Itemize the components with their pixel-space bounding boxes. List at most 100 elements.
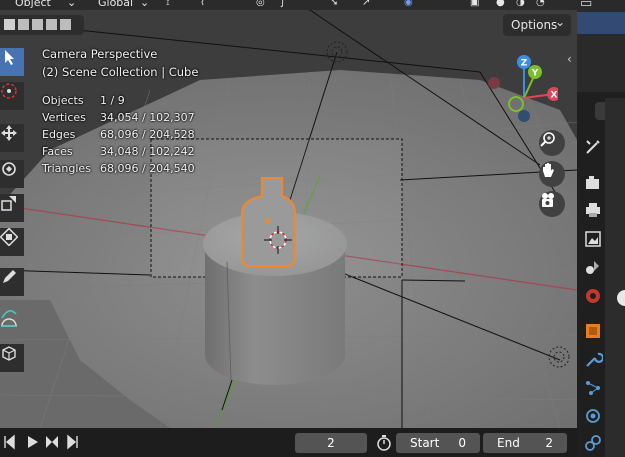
stopwatch-icon[interactable] [375, 434, 393, 452]
tab-output[interactable] [583, 200, 603, 220]
rotate-icon [2, 162, 16, 176]
playback-controls [4, 434, 78, 450]
chevron-down-icon: ⌄ [67, 0, 77, 9]
timeline-bar: 2 Start 0 End 2 [0, 428, 577, 457]
cursor-tool[interactable] [0, 82, 24, 110]
object-icon: ▭ [580, 0, 593, 11]
stat-label: Vertices [42, 111, 86, 124]
right-panel: ▭ [577, 0, 625, 457]
printer-icon [586, 203, 600, 217]
end-frame-field[interactable]: End 2 [483, 433, 567, 453]
select-mode-buttons [0, 15, 84, 35]
shading-material-icon[interactable]: ◑ [516, 0, 525, 8]
zoom-magnifier-icon [540, 132, 555, 147]
select-extend-icon[interactable] [18, 19, 29, 30]
camera-view-button[interactable] [539, 191, 565, 217]
xray-icon[interactable]: ▣ [470, 0, 479, 8]
stat-label: Triangles [42, 162, 91, 175]
current-frame-value: 2 [327, 436, 335, 450]
select-subtract-icon[interactable] [32, 19, 43, 30]
jump-start-icon[interactable] [4, 434, 15, 450]
zoom-button[interactable] [539, 130, 565, 156]
3d-cursor-icon [1, 83, 17, 99]
view-object-types-icon[interactable]: ➘ [330, 0, 338, 8]
tab-view-layer[interactable] [583, 229, 603, 249]
jump-end-icon[interactable] [67, 434, 78, 450]
tab-particles[interactable] [583, 378, 603, 398]
end-value: 2 [545, 436, 553, 450]
collection-info: (2) Scene Collection | Cube [42, 65, 199, 79]
tab-modifiers[interactable] [583, 350, 603, 370]
constraint-icon [585, 435, 601, 451]
start-label: Start [410, 436, 440, 450]
tab-world[interactable] [583, 286, 603, 306]
overlays-icon[interactable]: ◉ [404, 0, 413, 8]
move-tool[interactable] [0, 124, 24, 152]
falloff-icon[interactable]: ∫ [280, 0, 285, 8]
keyframe-jump-icon[interactable] [46, 436, 58, 448]
rotate-tool[interactable] [0, 160, 24, 188]
z-axis-label: Z [521, 59, 528, 69]
select-intersect-icon[interactable] [60, 19, 71, 30]
tab-object[interactable] [583, 321, 603, 341]
snap-icon[interactable]: ⌇ [200, 0, 205, 8]
stat-label: Faces [42, 145, 73, 158]
measure-tool[interactable] [0, 274, 24, 319]
render-camera-icon [586, 176, 599, 189]
transform-tool[interactable] [0, 228, 24, 256]
shading-solid-icon[interactable]: ● [496, 0, 505, 8]
stat-label: Objects [42, 94, 84, 107]
pan-button[interactable] [539, 161, 565, 187]
outliner[interactable]: ▭ [577, 0, 625, 92]
stat-value: 68,096 / 204,540 [100, 162, 195, 175]
object-square-icon [586, 324, 600, 338]
transform-orientation-select[interactable]: Global [98, 0, 133, 9]
play-icon[interactable] [28, 436, 38, 448]
start-value: 0 [458, 436, 466, 450]
wrench-icon [586, 352, 603, 367]
proportional-edit-icon[interactable]: ◎ [256, 0, 265, 8]
tab-render[interactable] [583, 173, 603, 193]
cube-icon [2, 346, 16, 361]
gizmo-icon[interactable]: ↗ [362, 0, 370, 8]
start-frame-field[interactable]: Start 0 [396, 433, 480, 453]
physics-orbit-icon [586, 409, 600, 423]
select-invert-icon[interactable] [46, 19, 57, 30]
neg-z-handle[interactable] [518, 110, 530, 122]
options-label: Options [511, 18, 558, 32]
pivot-icon[interactable]: ⟟ [166, 0, 170, 8]
add-cube-tool[interactable] [0, 344, 24, 372]
particles-icon [586, 381, 600, 395]
world-globe-icon [586, 289, 600, 303]
tab-scene[interactable] [583, 257, 603, 277]
move-arrows-icon [1, 125, 17, 141]
add-cube-tool[interactable] [0, 308, 24, 336]
tab-constraints[interactable] [583, 433, 603, 453]
select-new-icon[interactable] [4, 19, 15, 30]
end-label: End [497, 436, 520, 450]
current-frame-field[interactable]: 2 [295, 433, 367, 453]
transform-icon [0, 228, 18, 246]
sidebar-toggle-icon[interactable]: ‹ [567, 52, 572, 66]
stat-value: 34,054 / 102,307 [100, 111, 195, 124]
shading-rendered-icon[interactable]: ◔ [536, 0, 545, 8]
view-name: Camera Perspective [42, 47, 158, 61]
select-box-tool[interactable] [0, 48, 24, 76]
hand-icon [543, 163, 554, 177]
outliner-selected-row[interactable] [577, 12, 625, 34]
stat-label: Edges [42, 128, 76, 141]
camera-icon [542, 193, 554, 207]
options-dropdown[interactable]: Options [503, 11, 571, 36]
object-menu[interactable]: Object [15, 0, 51, 9]
blender-window: Object ⌄ Global ⌄ ⟟ ⌇ ◎ ∫ ➘ ↗ ◉ ▣ ● ◑ ◔ … [0, 0, 625, 457]
scale-tool[interactable] [0, 194, 24, 222]
tab-tool[interactable] [583, 137, 603, 157]
neg-x-handle[interactable] [488, 77, 500, 89]
neg-y-handle[interactable] [508, 96, 524, 112]
wrench-screwdriver-icon [586, 140, 600, 154]
tab-physics[interactable] [583, 406, 603, 426]
chevron-down-icon: ⌄ [140, 0, 150, 9]
cursor-arrow-icon [5, 50, 14, 65]
navigation-gizmo[interactable]: Z Y X [488, 54, 558, 124]
3d-viewport[interactable]: Object ⌄ Global ⌄ ⟟ ⌇ ◎ ∫ ➘ ↗ ◉ ▣ ● ◑ ◔ … [0, 0, 577, 428]
